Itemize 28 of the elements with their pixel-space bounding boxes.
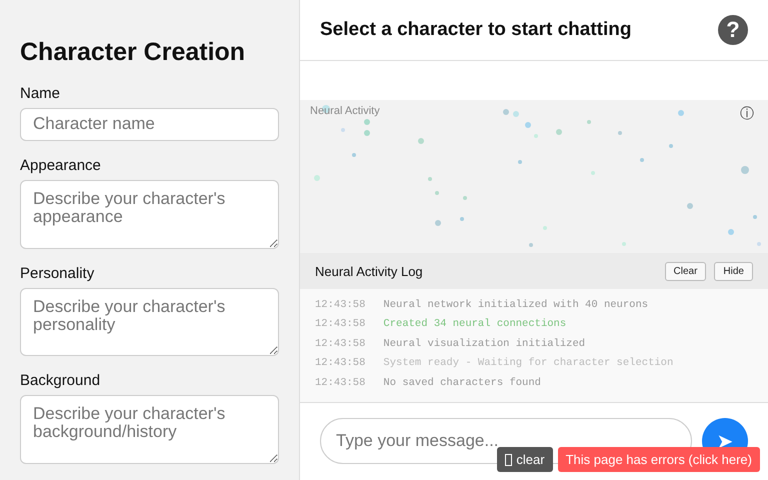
missing-glyph-icon: [505, 454, 512, 466]
canvas-label: Neural Activity: [310, 105, 380, 117]
log-time: 12:43:58: [315, 338, 366, 350]
log-time: 12:43:58: [315, 357, 366, 370]
log-title: Neural Activity Log: [315, 264, 424, 278]
field-label: Name: [20, 85, 62, 102]
log-message: System ready - Waiting for character selection: [383, 357, 674, 370]
log-time: 12:43:58: [315, 298, 366, 311]
info-icon[interactable]: ⓘ: [740, 105, 754, 123]
log-message: Neural visualization initialized: [383, 338, 586, 350]
input-field[interactable]: Character name: [20, 108, 279, 141]
log-button[interactable]: Hide: [714, 262, 753, 280]
text-area[interactable]: Describe your character's background/history: [20, 395, 279, 464]
log-message: Created 34 neural connections: [383, 318, 566, 330]
log-button[interactable]: Clear: [664, 262, 706, 280]
text-area[interactable]: Describe your character's appearance: [20, 180, 279, 249]
text-area[interactable]: Describe your character's personality: [20, 288, 279, 356]
log-message: Neural network initialized with 40 neurons: [383, 298, 648, 311]
log-message: No saved characters found: [383, 376, 541, 389]
field-label: Appearance: [20, 156, 102, 174]
log-time: 12:43:58: [315, 318, 366, 330]
help-button[interactable]: ?: [718, 15, 748, 45]
chat-title: Select a character to start chatting: [320, 19, 632, 41]
panel-title: Character Creation: [20, 38, 246, 67]
clear-toast[interactable]: clear: [497, 447, 553, 472]
field-label: Background: [20, 372, 102, 390]
field-label: Personality: [20, 264, 96, 282]
log-time: 12:43:58: [315, 376, 366, 389]
